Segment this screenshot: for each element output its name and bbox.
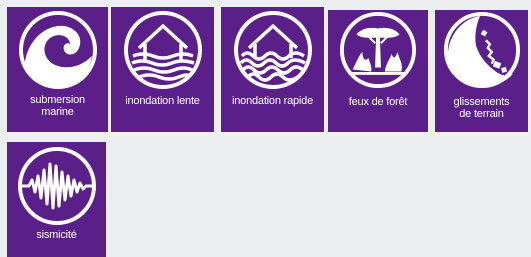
tile-label: glissements de terrain	[453, 96, 510, 120]
wave-icon	[19, 11, 97, 89]
risk-category-grid: submersion marine inondation lente inond…	[0, 0, 531, 257]
flooded-house-icon	[234, 11, 312, 89]
tile-feux-de-foret[interactable]: feux de forêt	[328, 10, 428, 132]
tile-label: sismicité	[36, 229, 77, 241]
forest-fire-icon	[339, 11, 417, 89]
tile-label: feux de forêt	[348, 96, 408, 108]
tile-submersion-marine[interactable]: submersion marine	[7, 7, 108, 132]
tile-inondation-rapide[interactable]: inondation rapide	[221, 7, 324, 132]
tile-glissements-de-terrain[interactable]: glissements de terrain	[435, 10, 528, 132]
tile-label: inondation rapide	[231, 95, 313, 107]
tile-label: inondation lente	[125, 95, 200, 107]
tile-label: submersion marine	[30, 94, 85, 118]
tile-sismicite[interactable]: sismicité	[7, 142, 106, 257]
flooded-house-icon	[124, 11, 202, 89]
tile-inondation-lente[interactable]: inondation lente	[111, 7, 214, 132]
seismograph-icon	[18, 147, 96, 225]
landslide-icon	[443, 11, 521, 89]
